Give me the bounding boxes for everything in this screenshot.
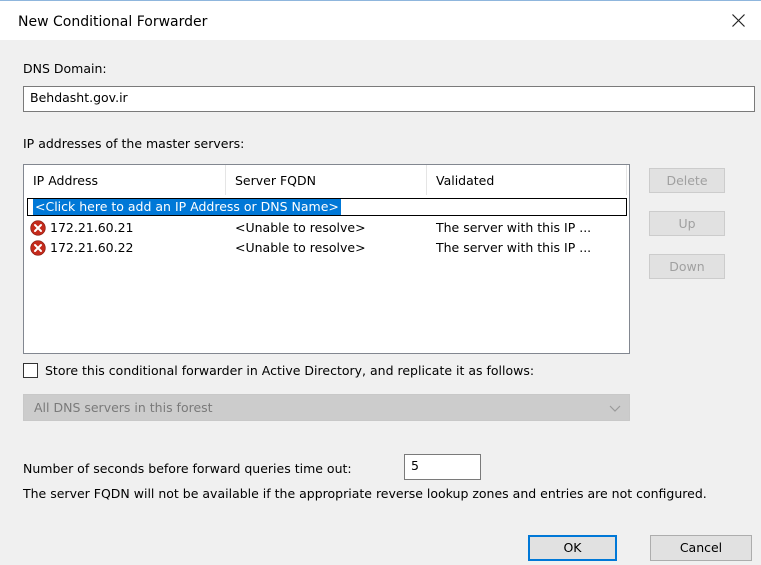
master-servers-list[interactable]: IP Address Server FQDN Validated <Click … — [23, 164, 630, 354]
column-header-validated[interactable]: Validated — [427, 165, 627, 195]
column-header-ip-address[interactable]: IP Address — [24, 165, 224, 195]
dns-domain-input[interactable]: Behdasht.gov.ir — [23, 86, 755, 112]
validated-cell: The server with this IP ... — [436, 220, 592, 235]
new-conditional-forwarder-dialog: New Conditional Forwarder DNS Domain: Be… — [0, 0, 761, 565]
up-button[interactable]: Up — [649, 211, 725, 236]
column-header-server-fqdn[interactable]: Server FQDN — [226, 165, 426, 195]
timeout-label: Number of seconds before forward queries… — [23, 461, 352, 476]
validated-cell: The server with this IP ... — [436, 240, 592, 255]
cancel-button[interactable]: Cancel — [650, 535, 752, 561]
add-entry-text: <Click here to add an IP Address or DNS … — [33, 199, 341, 215]
window-title: New Conditional Forwarder — [18, 14, 208, 30]
list-header: IP Address Server FQDN Validated — [24, 165, 629, 195]
down-button[interactable]: Down — [649, 254, 725, 279]
error-icon — [30, 220, 46, 236]
store-in-ad-checkbox[interactable] — [23, 363, 38, 378]
replication-scope-select[interactable]: All DNS servers in this forest — [23, 394, 630, 421]
title-bar: New Conditional Forwarder — [0, 0, 761, 40]
column-divider[interactable] — [626, 165, 627, 195]
store-in-ad-label[interactable]: Store this conditional forwarder in Acti… — [45, 363, 534, 378]
ip-address-cell: 172.21.60.22 — [50, 240, 134, 255]
fqdn-note: The server FQDN will not be available if… — [23, 486, 707, 501]
close-icon — [731, 13, 745, 27]
ip-address-cell: 172.21.60.21 — [50, 220, 134, 235]
add-entry-row[interactable]: <Click here to add an IP Address or DNS … — [27, 198, 627, 216]
server-fqdn-cell: <Unable to resolve> — [235, 220, 366, 235]
error-icon — [30, 240, 46, 256]
master-servers-label: IP addresses of the master servers: — [23, 136, 245, 151]
close-button[interactable] — [715, 0, 761, 40]
delete-button[interactable]: Delete — [649, 168, 725, 193]
dialog-body: DNS Domain: Behdasht.gov.ir IP addresses… — [0, 40, 761, 565]
timeout-input[interactable]: 5 — [404, 454, 481, 480]
chevron-down-icon — [609, 405, 621, 412]
title-bar-accent — [0, 0, 761, 1]
server-fqdn-cell: <Unable to resolve> — [235, 240, 366, 255]
replication-scope-value: All DNS servers in this forest — [34, 400, 213, 415]
dns-domain-label: DNS Domain: — [23, 61, 107, 76]
ok-button[interactable]: OK — [528, 535, 617, 561]
table-row[interactable]: 172.21.60.22 <Unable to resolve> The ser… — [24, 238, 629, 258]
table-row[interactable]: 172.21.60.21 <Unable to resolve> The ser… — [24, 218, 629, 238]
